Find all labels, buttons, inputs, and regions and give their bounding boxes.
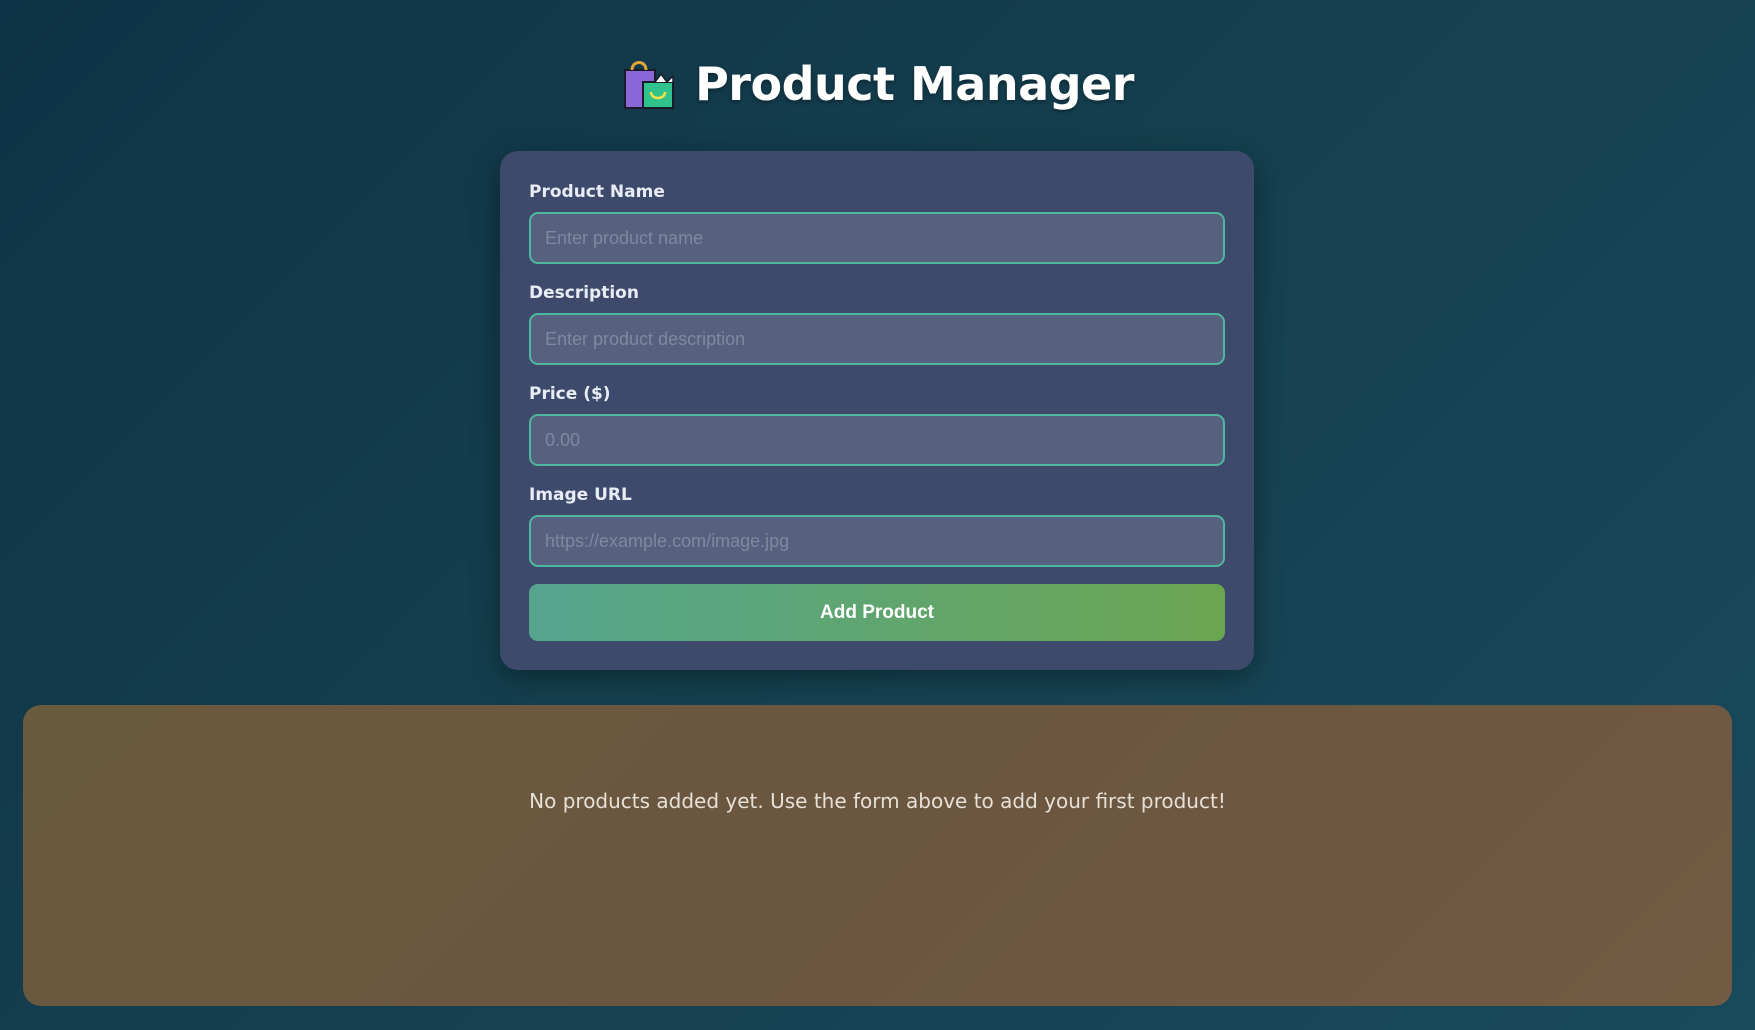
product-list-panel: No products added yet. Use the form abov…: [23, 705, 1732, 1006]
price-label: Price ($): [529, 384, 611, 404]
description-label: Description: [529, 283, 639, 303]
shopping-bags-icon: [624, 61, 675, 109]
add-product-button[interactable]: Add Product: [529, 584, 1225, 641]
description-input[interactable]: [529, 313, 1225, 365]
price-input[interactable]: [529, 414, 1225, 466]
product-name-input[interactable]: [529, 212, 1225, 264]
page-title: Product Manager: [695, 57, 1134, 111]
empty-state-message: No products added yet. Use the form abov…: [529, 789, 1226, 813]
page-header: Product Manager: [0, 56, 1755, 112]
image-url-label: Image URL: [529, 485, 632, 505]
product-form: Product Name Description Price ($) Image…: [500, 151, 1254, 670]
product-name-label: Product Name: [529, 182, 665, 202]
image-url-input[interactable]: [529, 515, 1225, 567]
